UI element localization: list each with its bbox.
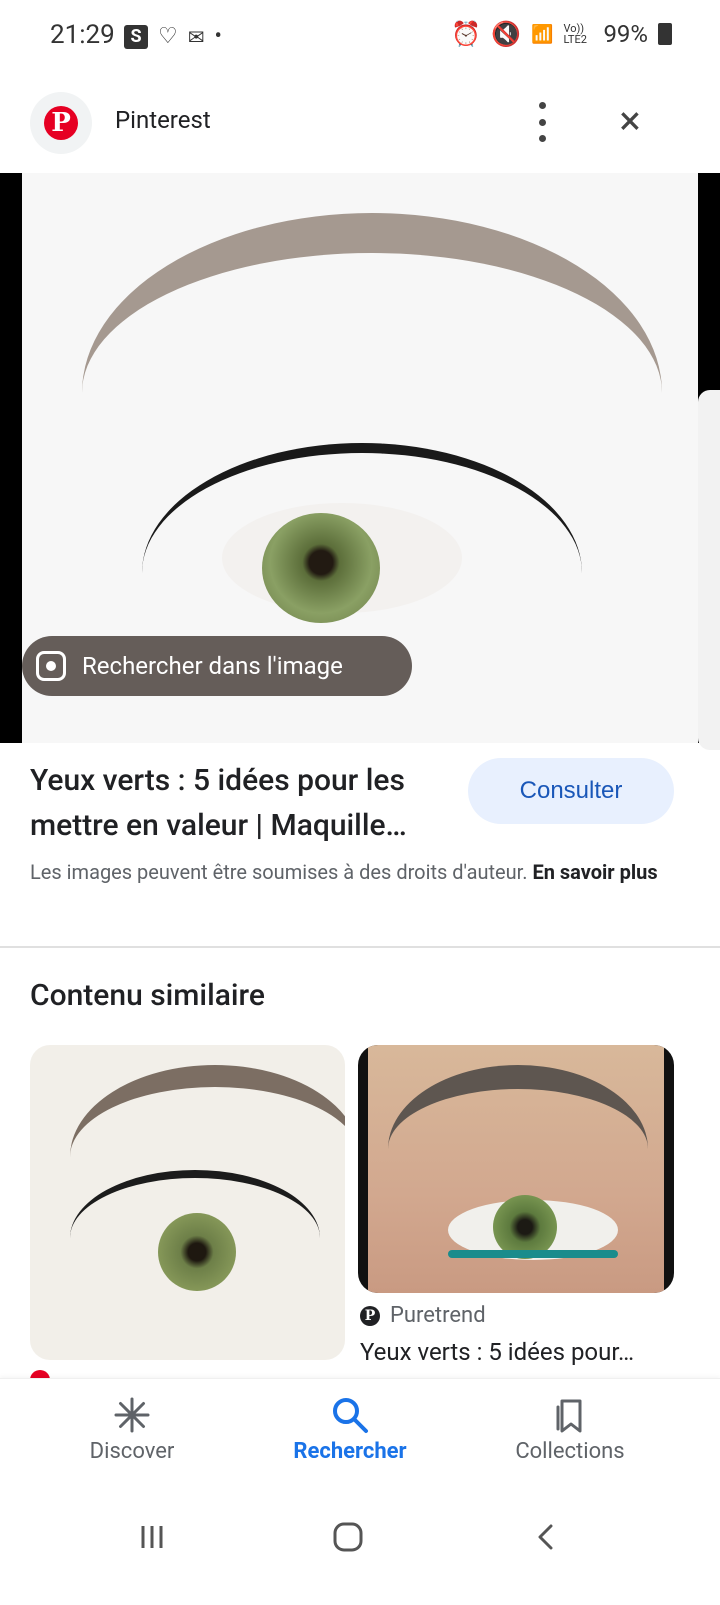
heart-icon: ♡ <box>158 24 178 49</box>
battery-text: 99% <box>603 20 648 48</box>
lash-line-shape <box>142 443 582 573</box>
lash-line-shape <box>70 1170 320 1238</box>
lens-icon <box>36 651 66 681</box>
eyebrow-shape <box>388 1065 648 1149</box>
learn-more-link[interactable]: En savoir plus <box>532 860 657 884</box>
copyright-text: Les images peuvent être soumises à des d… <box>30 860 528 884</box>
home-icon[interactable] <box>318 1512 378 1562</box>
wifi-icon: 📶 <box>531 23 554 45</box>
pinterest-logo: P <box>30 92 92 154</box>
battery-icon <box>658 23 672 45</box>
nav-discover-label: Discover <box>89 1439 175 1464</box>
similar-card-1-image[interactable] <box>30 1045 345 1360</box>
pinterest-p-icon: P <box>44 106 78 140</box>
nav-discover[interactable]: Discover <box>32 1393 232 1464</box>
card-2-title[interactable]: Yeux verts : 5 idées pour… <box>360 1338 674 1366</box>
card-2-source-name: Puretrend <box>390 1303 486 1328</box>
nav-search[interactable]: Rechercher <box>250 1393 450 1464</box>
asterisk-icon <box>32 1393 232 1437</box>
recents-icon[interactable] <box>122 1512 182 1562</box>
back-icon[interactable] <box>516 1512 576 1562</box>
similar-card-2-image[interactable] <box>358 1045 674 1293</box>
dot-icon: • <box>214 24 222 49</box>
puretrend-logo-icon: P <box>360 1305 380 1326</box>
card-2-photo <box>368 1045 664 1293</box>
eyebrow-shape <box>82 213 662 393</box>
nav-collections-label: Collections <box>515 1439 625 1464</box>
search-icon <box>250 1393 450 1437</box>
system-icons: ⏰ 🔇 📶 Vo)) LTE2 99% <box>451 20 672 48</box>
notification-icons: S ♡ ✉ • <box>124 24 222 49</box>
consult-button[interactable]: Consulter <box>468 758 674 824</box>
more-options-icon[interactable] <box>535 102 549 142</box>
s-app-icon: S <box>124 24 148 49</box>
bookmarks-icon <box>470 1393 670 1437</box>
status-bar: 21:29 S ♡ ✉ • ⏰ 🔇 📶 Vo)) LTE2 99% <box>0 0 720 72</box>
card-2-source: P Puretrend <box>360 1303 486 1328</box>
mail-icon: ✉ <box>187 24 205 49</box>
search-in-image-label: Rechercher dans l'image <box>82 652 343 680</box>
bottom-navigation: Discover Rechercher Collections <box>0 1378 720 1491</box>
teal-liner-shape <box>448 1250 618 1258</box>
close-icon[interactable]: × <box>610 101 650 142</box>
eyebrow-shape <box>70 1065 345 1157</box>
search-in-image-button[interactable]: Rechercher dans l'image <box>22 636 412 696</box>
nav-search-label: Rechercher <box>293 1439 407 1464</box>
result-title[interactable]: Yeux verts : 5 idées pour les mettre en … <box>30 758 460 848</box>
system-navigation-bar <box>0 1490 720 1605</box>
nav-collections[interactable]: Collections <box>470 1393 670 1464</box>
status-time: 21:29 <box>50 20 115 50</box>
site-name: Pinterest <box>115 106 211 134</box>
alarm-icon: ⏰ <box>451 20 482 48</box>
result-header: P Pinterest × <box>0 88 720 168</box>
side-scroll-handle[interactable] <box>698 390 720 750</box>
network-label: Vo)) LTE2 <box>563 22 587 46</box>
copyright-notice: Les images peuvent être soumises à des d… <box>30 858 680 887</box>
similar-content-title: Contenu similaire <box>30 978 265 1013</box>
mute-icon: 🔇 <box>491 20 522 48</box>
divider <box>0 946 720 948</box>
